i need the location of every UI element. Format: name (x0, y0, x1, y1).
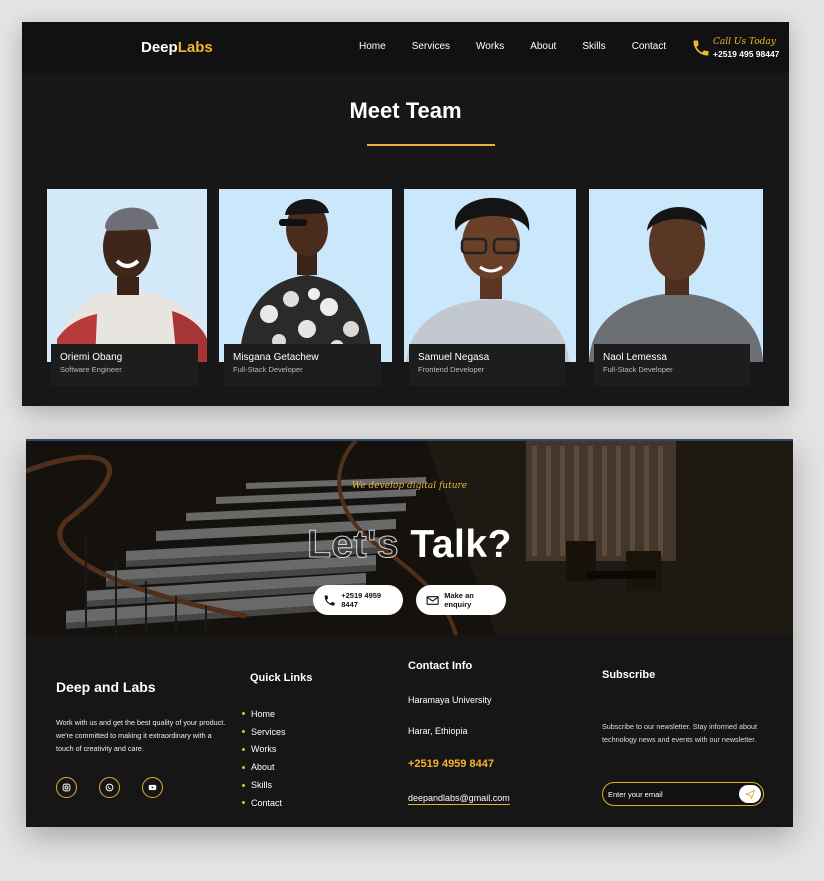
subscribe-title: Subscribe (602, 669, 656, 681)
nav-link-contact[interactable]: Contact (632, 41, 666, 52)
member-name: Naol Lemessa (603, 352, 667, 363)
contact-footer-section: We develop digital future Let's Talk? +2… (26, 439, 793, 827)
nav-links: Home Services Works About Skills Contact (359, 41, 692, 52)
contact-email[interactable]: deepandlabs@gmail.com (408, 793, 510, 805)
call-us-block[interactable]: Call Us Today +2519 495 98447 (691, 36, 779, 60)
whatsapp-icon (105, 783, 114, 792)
hero-phone-button[interactable]: +2519 4959 8447 (313, 585, 403, 615)
quick-link-contact[interactable]: Contact (242, 794, 286, 812)
nav-link-about[interactable]: About (530, 41, 556, 52)
quick-link-label: Services (251, 726, 286, 737)
member-role: Frontend Developer (418, 365, 485, 374)
contact-phone[interactable]: +2519 4959 8447 (408, 758, 494, 770)
member-card-2[interactable]: Misgana Getachew Full-Stack Developer (224, 344, 381, 386)
quick-link-services[interactable]: Services (242, 723, 286, 741)
social-links (56, 777, 185, 798)
quick-link-about[interactable]: About (242, 758, 286, 776)
hero-title-solid: Talk? (410, 523, 512, 566)
member-card-3[interactable]: Samuel Negasa Frontend Developer (409, 344, 565, 386)
portrait-2 (219, 189, 392, 362)
subscribe-form (602, 782, 764, 806)
quick-link-label: Home (251, 708, 276, 719)
member-photo-1 (47, 189, 207, 362)
nav-link-home[interactable]: Home (359, 41, 386, 52)
make-enquiry-label: Make an enquiry (444, 591, 474, 609)
bullet-dot (242, 730, 245, 734)
navbar: DeepLabs Home Services Works About Skill… (22, 22, 789, 73)
member-photo-3 (404, 189, 576, 362)
quick-link-works[interactable]: Works (242, 741, 286, 759)
mail-icon (426, 595, 439, 605)
portrait-3 (404, 189, 576, 362)
bullet-dot (242, 783, 245, 787)
bullet-dot (242, 747, 245, 751)
member-role: Software Engineer (60, 365, 122, 374)
footer-about-line-1: Work with us and get the best quality of… (56, 718, 226, 727)
logo-labs: Labs (177, 39, 213, 56)
whatsapp-link[interactable] (99, 777, 120, 798)
contact-university: Haramaya University (408, 695, 492, 705)
team-section: DeepLabs Home Services Works About Skill… (22, 22, 789, 406)
member-photo-2 (219, 189, 392, 362)
member-role: Full-Stack Developer (233, 365, 303, 374)
quick-link-skills[interactable]: Skills (242, 776, 286, 794)
subscribe-description: Subscribe to our newsletter. Stay inform… (602, 722, 758, 744)
hero-banner: We develop digital future Let's Talk? +2… (26, 441, 793, 635)
member-role: Full-Stack Developer (603, 365, 673, 374)
bullet-dot (242, 765, 245, 769)
portrait-4 (589, 189, 763, 362)
email-input[interactable] (608, 787, 733, 802)
instagram-link[interactable] (56, 777, 77, 798)
hero-tagline: We develop digital future (351, 481, 468, 491)
contact-info-title: Contact Info (408, 660, 473, 672)
quick-link-label: Works (251, 744, 277, 755)
subscribe-send-button[interactable] (739, 785, 761, 803)
quick-link-label: About (251, 762, 275, 773)
team-title: Meet Team (349, 98, 462, 123)
portrait-1 (47, 189, 207, 362)
nav-link-services[interactable]: Services (412, 41, 450, 52)
nav-link-skills[interactable]: Skills (582, 41, 605, 52)
member-name: Oriemi Obang (60, 352, 123, 363)
nav-link-works[interactable]: Works (476, 41, 504, 52)
hero-title-outline: Let's (307, 523, 400, 567)
instagram-icon (62, 783, 71, 792)
member-name: Misgana Getachew (233, 352, 319, 363)
member-card-1[interactable]: Oriemi Obang Software Engineer (51, 344, 198, 386)
hero-phone-label: +2519 4959 8447 (341, 591, 382, 609)
title-underline (367, 144, 495, 146)
member-photo-4 (589, 189, 763, 362)
member-name: Samuel Negasa (418, 352, 490, 363)
logo-deep: Deep (141, 39, 178, 56)
logo[interactable]: DeepLabs (141, 39, 213, 56)
make-enquiry-button[interactable]: Make an enquiry (416, 585, 506, 615)
quick-link-home[interactable]: Home (242, 705, 286, 723)
call-number: +2519 495 98447 (713, 49, 780, 59)
send-icon (744, 789, 755, 799)
quick-link-label: Contact (251, 797, 283, 808)
call-label: Call Us Today (713, 37, 776, 47)
bullet-dot (242, 712, 245, 716)
footer: Deep and Labs Work with us and get the b… (26, 635, 793, 827)
hero-title: Let's Talk? (26, 523, 793, 567)
quick-links-list: Home Services Works About Skills Contact (242, 705, 286, 812)
phone-icon (324, 595, 335, 605)
footer-about: Work with us and get the best quality of… (56, 717, 231, 755)
footer-brand: Deep and Labs (56, 679, 156, 695)
phone-icon (693, 40, 709, 56)
youtube-link[interactable] (142, 777, 163, 798)
youtube-icon (148, 784, 157, 791)
footer-about-line-2: we're committed to making it extraordina… (56, 730, 212, 753)
contact-city: Harar, Ethiopia (408, 726, 468, 736)
bullet-dot (242, 801, 245, 805)
quick-link-label: Skills (251, 780, 273, 791)
quick-links-title: Quick Links (250, 672, 313, 684)
member-card-4[interactable]: Naol Lemessa Full-Stack Developer (594, 344, 750, 386)
